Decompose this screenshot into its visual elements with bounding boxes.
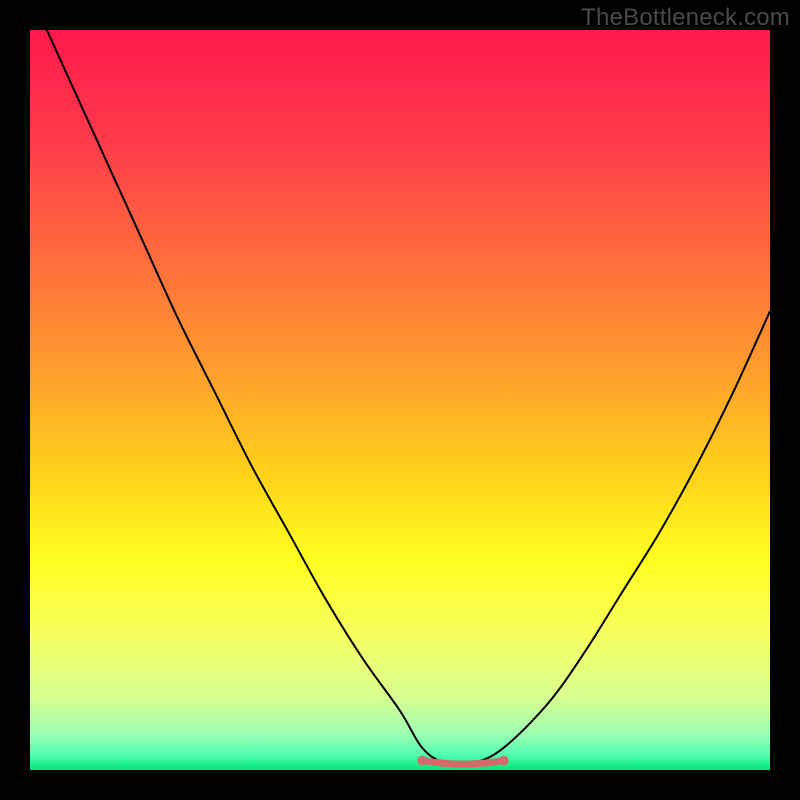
plot-area — [30, 30, 770, 770]
bottleneck-curve — [30, 30, 770, 770]
watermark-text: TheBottleneck.com — [581, 4, 790, 32]
chart-frame: TheBottleneck.com — [0, 0, 800, 800]
